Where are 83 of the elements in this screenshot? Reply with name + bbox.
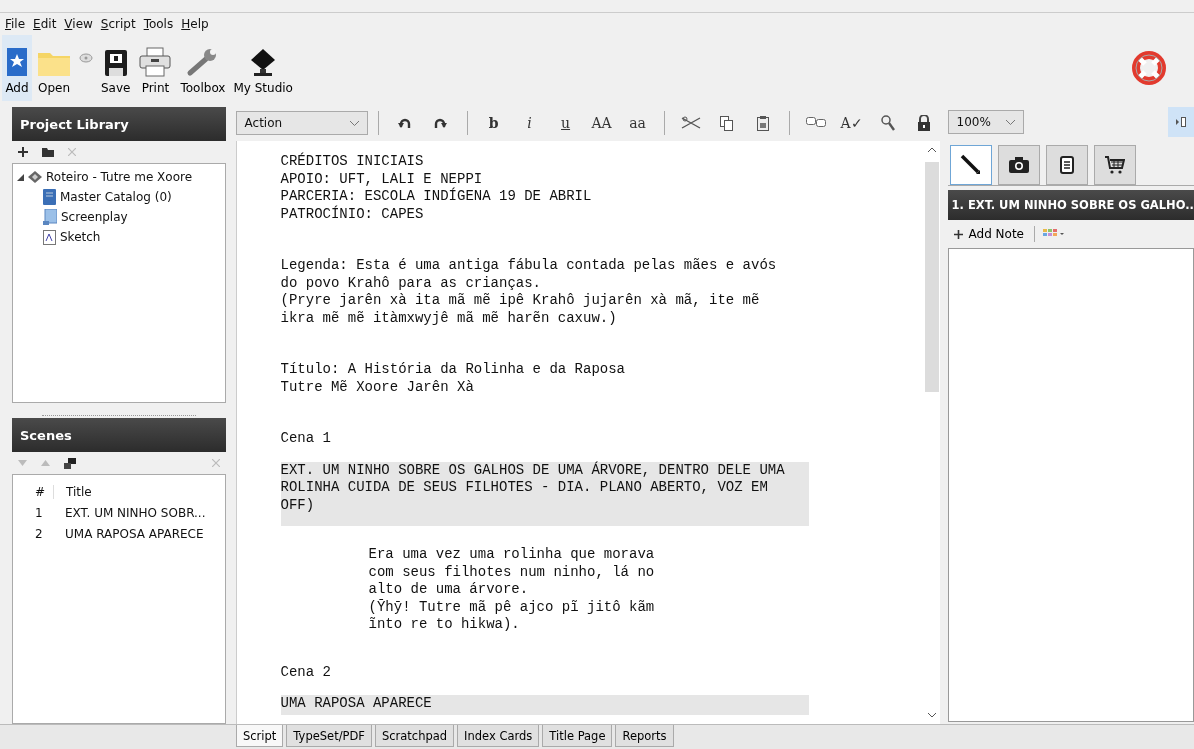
column-header[interactable]: # [13,484,53,499]
format-button[interactable]: b [477,110,510,136]
format-button[interactable]: u [549,110,582,136]
script-text: Cena 2 [280,663,331,681]
scroll-up-icon[interactable] [927,147,936,152]
undo-icon [396,117,413,129]
folder-icon[interactable] [42,147,54,157]
sketch-icon [43,229,56,245]
search-icon [880,115,895,131]
color-grid-icon[interactable] [1043,229,1065,239]
format-button[interactable]: i [513,110,546,136]
toolbar-button[interactable]: Open [34,35,74,101]
toolbar-button[interactable]: Print [135,35,176,101]
panel-tab[interactable] [997,145,1040,185]
tree-item[interactable]: Master Catalog (0) [60,190,172,204]
toolbar-button[interactable]: My Studio [230,35,296,101]
disc-icon [79,53,93,63]
menu-item[interactable]: Tools [143,17,174,31]
menu-item[interactable]: View [64,17,93,31]
script-text: CRÉDITOS INICIAIS APOIO: UFT, LALI E NEPPI PARCERIA: ESCOLA INDÍGENA 19 DE ABRIL PATROCÍNIO: CAPES [280,153,592,223]
speech-bubbles-icon [805,117,826,129]
zoom-dropdown[interactable]: 100% [947,110,1024,134]
add-note-button[interactable]: Add Note [951,227,1026,241]
panel-header: Project Library [12,107,226,141]
book-icon [43,189,56,205]
lifebuoy-icon[interactable] [1132,51,1166,85]
printer-icon [138,47,173,77]
project-icon [28,171,42,183]
table-cell-text: 2 [34,526,44,541]
panel-tab[interactable] [949,145,992,185]
table-cell-text: 1 [34,505,44,520]
view-tab[interactable]: Scratchpad [374,725,455,747]
panel-header: Scenes [12,418,226,452]
tree-item[interactable]: Sketch [60,230,101,244]
view-tab[interactable]: Index Cards [457,725,540,747]
lock-icon [916,115,931,131]
toolbar-button[interactable]: Save [98,35,134,101]
script-text: Título: A História da Rolinha e da Raposa Tutre Mẽ Xoore Jarên Xà [280,361,625,396]
panel-tab[interactable] [1045,145,1088,185]
panel-icon [1176,117,1186,127]
add-icon[interactable] [18,147,28,157]
view-tab[interactable]: TypeSet/PDF [286,725,372,747]
document-icon [43,209,57,225]
tree-item[interactable]: Screenplay [61,210,128,224]
view-tab[interactable]: Title Page [542,725,613,747]
scene-heading: UMA RAPOSA APARECE [280,695,809,715]
clipboard-icon [756,115,769,131]
blocks-icon[interactable] [64,457,76,469]
expanded-arrow-icon[interactable] [17,173,24,181]
view-tab[interactable]: Script [236,725,284,747]
redo-icon [432,117,449,129]
chevron-down-icon [1005,119,1015,125]
menu-item[interactable]: Help [181,17,209,31]
column-header[interactable]: Title [53,484,92,499]
tree-item[interactable]: Roteiro - Tutre me Xoore [46,170,193,184]
plus-icon [953,229,963,239]
scene-heading: EXT. UM NINHO SOBRE OS GALHOS DE UMA ÁRVORE, DENTRO DELE UMA ROLINHA CUIDA DE SEUS FILHOTES - DIA. PLANO ABERTO, VOZ EM OFF) [280,461,809,526]
cart-icon [1104,156,1125,174]
copy-icon [720,115,734,131]
scene-title-header: 1. EXT. UM NINHO SOBRE OS GALHO.. [947,190,1194,220]
menu-item[interactable]: Edit [33,17,57,31]
menu-item[interactable]: File [5,17,26,31]
format-button[interactable]: AA [585,110,618,136]
element-dropdown[interactable]: Action [235,111,368,135]
script-text: Legenda: Esta é uma antiga fábula contada pelas mães e avós do povo Krahô para as crianças. (Pryre jarên xà ita mã mẽ ipê Krahô jujarên xà mã, ite mẽ ikra mẽ mẽ itàmxwyjê mã mẽ harẽn caxuw.) [280,257,777,327]
script-text: Cena 1 [280,430,331,448]
format-button[interactable]: A✓ [835,110,868,136]
format-button[interactable]: aa [621,110,654,136]
script-dialogue: Era uma vez uma rolinha que morava com seus filhotes num ninho, lá no alto de uma árvore. (Ȳhȳ! Tutre mã pê ajco pĩ jitô kãm ĩnto re to hikwa). [368,546,655,634]
pen-icon [959,154,982,176]
chevron-down-icon [349,120,359,126]
view-tab[interactable]: Reports [615,725,674,747]
table-cell[interactable]: UMA RAPOSA APARECE [53,526,204,541]
menu-item[interactable]: Script [100,17,136,31]
table-cell[interactable]: EXT. UM NINHO SOBR... [53,505,206,520]
scissors-icon [680,116,701,130]
panel-tab[interactable] [1093,145,1136,185]
panel-toggle-button[interactable] [1168,107,1194,137]
toolbar-button[interactable]: Add [2,35,32,101]
camera-icon [1008,157,1029,173]
scroll-down-icon[interactable] [927,713,936,718]
document-icon [1059,156,1074,174]
toolbar-button[interactable]: Toolbox [177,35,229,101]
